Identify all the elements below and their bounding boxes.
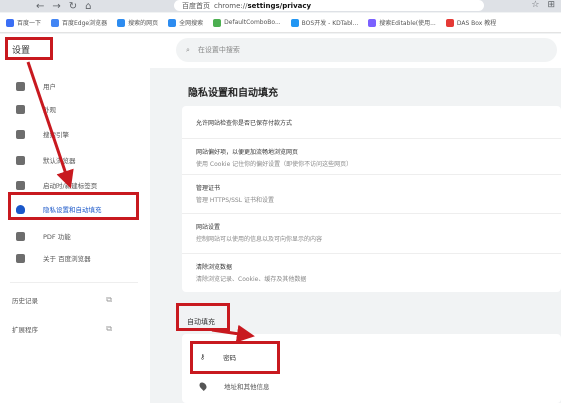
- arrow-to-password: [211, 324, 255, 343]
- arrow-to-privacy: [26, 61, 74, 189]
- annotation-arrows: [26, 61, 255, 343]
